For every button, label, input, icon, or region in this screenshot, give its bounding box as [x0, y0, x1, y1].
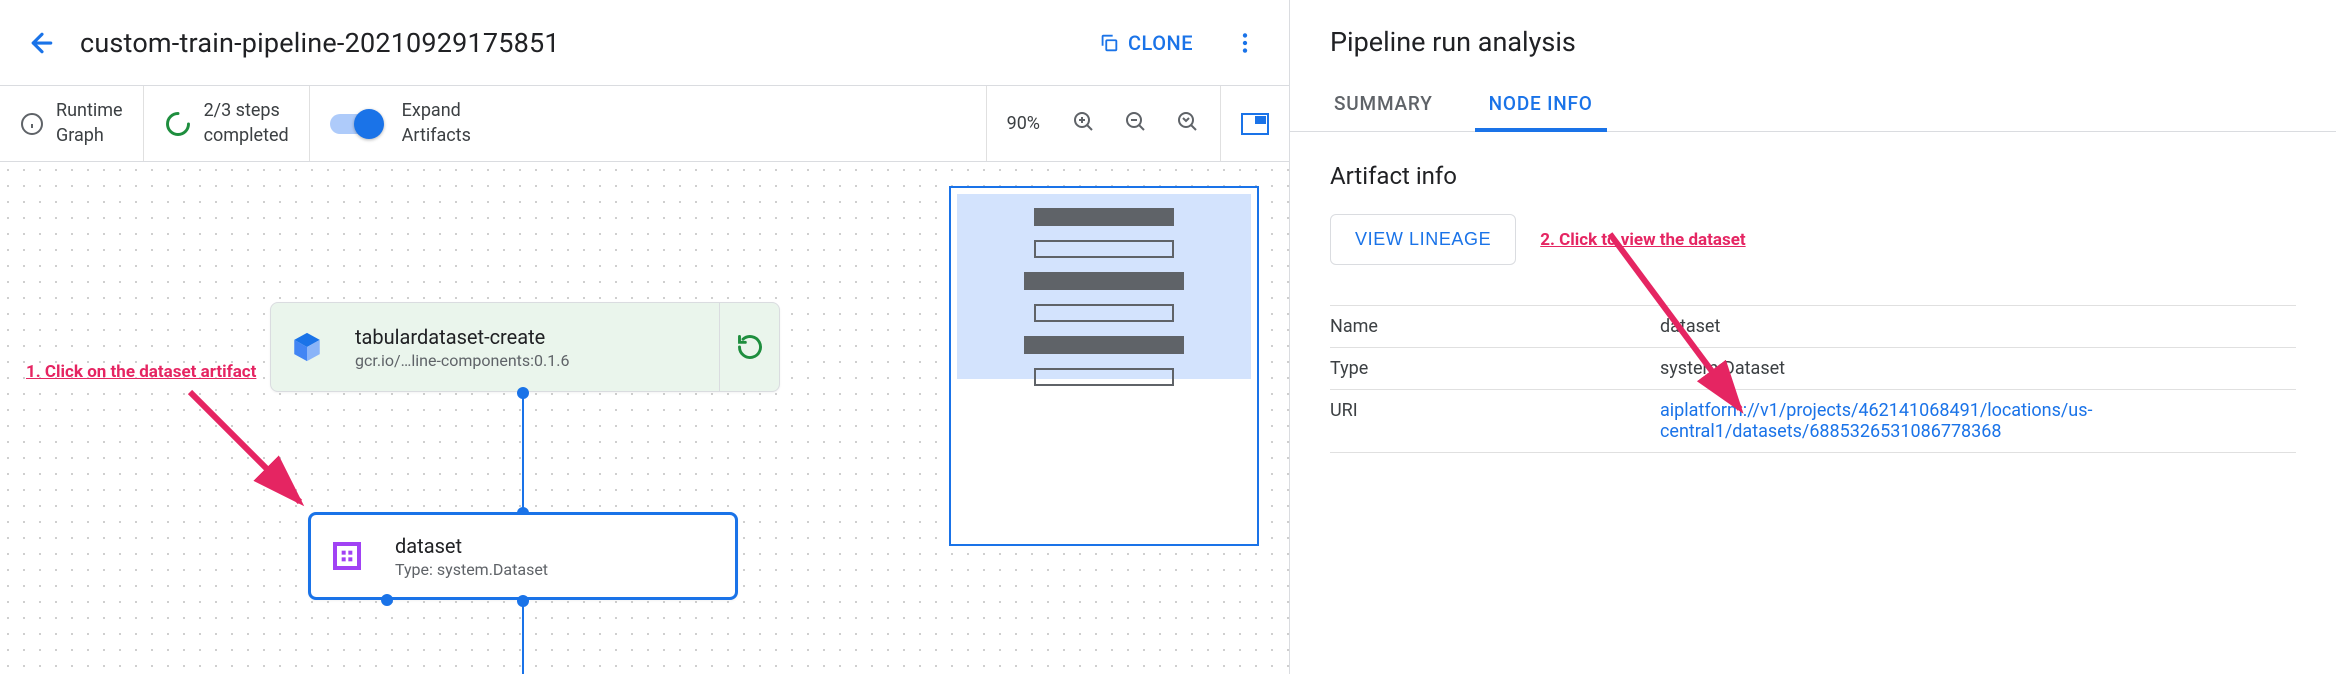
- back-arrow-icon[interactable]: [24, 25, 60, 61]
- minimap-node: [1034, 304, 1174, 322]
- annotation-1: 1. Click on the dataset artifact: [26, 362, 256, 382]
- minimap-node: [1024, 272, 1184, 290]
- graph-edge: [522, 392, 524, 512]
- view-lineage-button[interactable]: VIEW LINEAGE: [1330, 214, 1516, 265]
- expand-artifacts-toggle[interactable]: [330, 114, 380, 134]
- uri-link[interactable]: aiplatform://v1/projects/462141068491/lo…: [1660, 400, 2092, 442]
- row-key: Type: [1330, 358, 1660, 379]
- table-row: Type system.Dataset: [1330, 348, 2296, 390]
- clone-button[interactable]: CLONE: [1082, 23, 1209, 63]
- expand-line1: Expand: [402, 99, 471, 123]
- zoom-in-icon[interactable]: [1072, 110, 1096, 138]
- runtime-label-line2: Graph: [56, 124, 123, 148]
- table-row: URI aiplatform://v1/projects/46214106849…: [1330, 390, 2296, 453]
- tabs: SUMMARY NODE INFO: [1290, 78, 2336, 132]
- annotation-2: 2. Click to view the dataset: [1540, 230, 1745, 250]
- right-panel-title: Pipeline run analysis: [1290, 0, 2336, 78]
- more-menu-icon[interactable]: [1225, 23, 1265, 63]
- clone-label: CLONE: [1128, 31, 1193, 55]
- runtime-graph-cell[interactable]: Runtime Graph: [0, 86, 144, 161]
- tab-summary[interactable]: SUMMARY: [1330, 78, 1437, 131]
- graph-canvas[interactable]: 1. Click on the dataset artifact tabular…: [0, 162, 1289, 674]
- expand-line2: Artifacts: [402, 124, 471, 148]
- graph-edge-out: [522, 600, 524, 674]
- expand-artifacts-cell: Expand Artifacts: [310, 86, 987, 161]
- minimap-node: [1034, 240, 1174, 258]
- row-value: system.Dataset: [1660, 358, 2296, 379]
- page-header: custom-train-pipeline-20210929175851 CLO…: [0, 0, 1289, 86]
- node-retry-icon[interactable]: [719, 303, 779, 391]
- steps-line1: 2/3 steps: [204, 99, 289, 123]
- artifact-icon: [311, 515, 383, 597]
- runtime-label-line1: Runtime: [56, 99, 123, 123]
- minimap-toggle[interactable]: [1221, 86, 1289, 161]
- zoom-level: 90%: [1007, 113, 1040, 134]
- row-key: URI: [1330, 400, 1660, 442]
- annotation-arrow-1: [180, 382, 320, 512]
- zoom-cell: 90%: [987, 86, 1221, 161]
- row-value: dataset: [1660, 316, 2296, 337]
- node-icon: [271, 303, 343, 391]
- graph-node-dataset[interactable]: dataset Type: system.Dataset: [308, 512, 738, 600]
- zoom-out-icon[interactable]: [1124, 110, 1148, 138]
- node-title: tabulardataset-create: [355, 325, 707, 349]
- node-port-dot: [381, 594, 393, 606]
- tab-node-info[interactable]: NODE INFO: [1485, 78, 1597, 131]
- node-title: dataset: [395, 534, 723, 558]
- table-row: Name dataset: [1330, 306, 2296, 348]
- minimap-node: [1034, 208, 1174, 226]
- minimap[interactable]: [949, 186, 1259, 546]
- artifact-info-table: Name dataset Type system.Dataset URI aip…: [1330, 305, 2296, 453]
- toolbar: Runtime Graph 2/3 steps completed Expa: [0, 86, 1289, 162]
- node-subtitle: gcr.io/…line-components:0.1.6: [355, 351, 707, 370]
- progress-spinner-icon: [164, 110, 192, 138]
- graph-node-tabulardataset-create[interactable]: tabulardataset-create gcr.io/…line-compo…: [270, 302, 780, 392]
- minimap-node: [1034, 368, 1174, 386]
- node-subtitle: Type: system.Dataset: [395, 560, 723, 579]
- edge-start-dot: [517, 387, 529, 399]
- row-key: Name: [1330, 316, 1660, 337]
- minimap-node: [1024, 336, 1184, 354]
- zoom-reset-icon[interactable]: [1176, 110, 1200, 138]
- section-title: Artifact info: [1330, 162, 2296, 190]
- page-title: custom-train-pipeline-20210929175851: [80, 27, 1082, 59]
- edge-out-dot: [517, 595, 529, 607]
- steps-line2: completed: [204, 124, 289, 148]
- info-icon: [20, 112, 44, 136]
- steps-cell: 2/3 steps completed: [144, 86, 310, 161]
